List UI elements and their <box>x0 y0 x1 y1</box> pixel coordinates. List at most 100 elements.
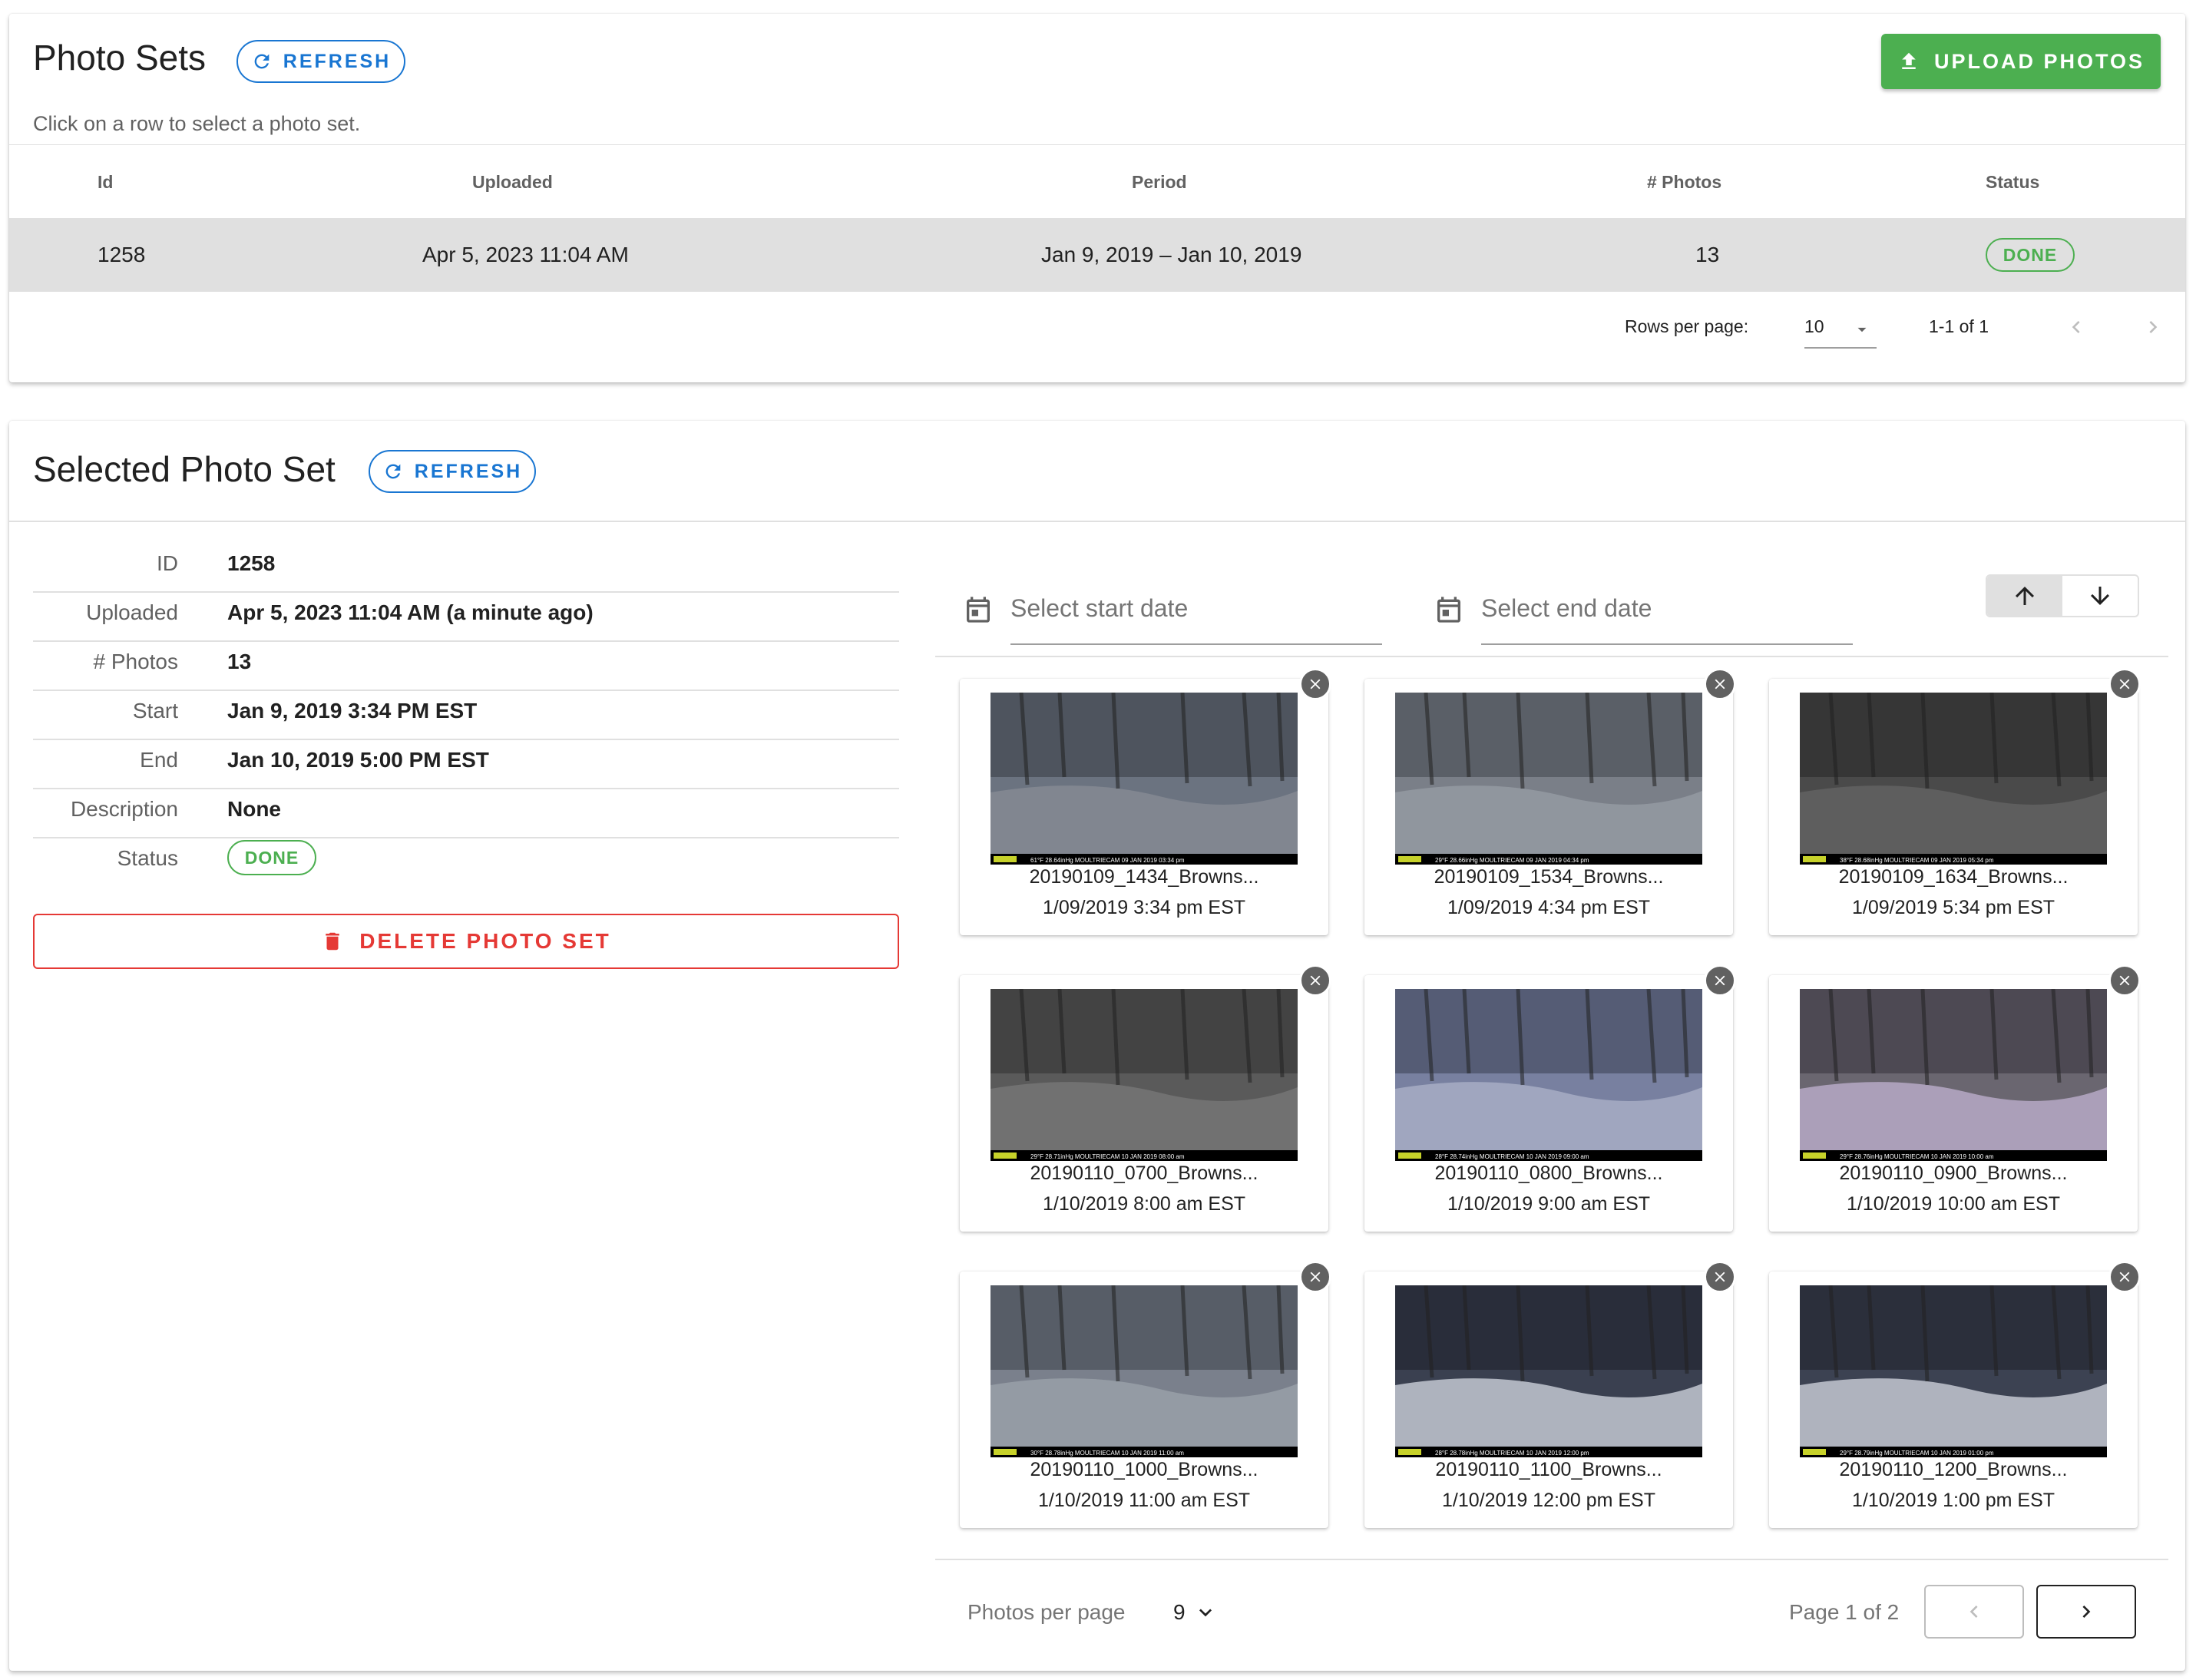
photo-card[interactable]: 29°F 28.66inHg MOULTRIECAM 09 JAN 2019 0… <box>1364 668 1736 935</box>
divider <box>33 640 899 642</box>
photo-thumbnail[interactable]: 28°F 28.78inHg MOULTRIECAM 10 JAN 2019 1… <box>1395 1285 1702 1457</box>
selected-photo-set-title: Selected Photo Set <box>33 449 336 489</box>
remove-photo-button[interactable] <box>1299 668 1331 700</box>
photo-thumbnail[interactable]: 29°F 28.79inHg MOULTRIECAM 10 JAN 2019 0… <box>1800 1285 2107 1457</box>
close-icon <box>1310 1272 1321 1282</box>
photo-date: 1/10/2019 8:00 am EST <box>1042 1193 1246 1215</box>
close-icon <box>1310 975 1321 986</box>
photo-card[interactable]: 30°F 28.78inHg MOULTRIECAM 10 JAN 2019 1… <box>960 1261 1331 1528</box>
cell-id: 1258 <box>98 243 146 266</box>
chevron-right-icon[interactable] <box>2141 315 2165 339</box>
selected-photo-set-card: Selected Photo Set REFRESH ID 1258 Uploa… <box>9 421 2185 1671</box>
detail-label-description: Description <box>70 797 178 821</box>
photo-sets-title: Photo Sets <box>33 38 207 78</box>
col-uploaded[interactable]: Uploaded <box>472 145 553 219</box>
photo-card[interactable]: 28°F 28.78inHg MOULTRIECAM 10 JAN 2019 1… <box>1364 1261 1736 1528</box>
rows-per-page-select[interactable]: 10 <box>1804 306 1877 349</box>
upload-icon <box>1902 52 1916 69</box>
photo-filename: 20190110_0900_Browns... <box>1839 1162 2068 1184</box>
remove-photo-button[interactable] <box>1704 964 1736 997</box>
sort-descending-button[interactable] <box>2062 576 2138 616</box>
close-icon <box>2119 1272 2130 1282</box>
photo-card[interactable]: 28°F 28.74inHg MOULTRIECAM 10 JAN 2019 0… <box>1364 964 1736 1232</box>
detail-label-end: End <box>140 748 178 772</box>
selected-refresh-button[interactable]: REFRESH <box>369 450 536 493</box>
sort-ascending-button[interactable] <box>1987 576 2062 616</box>
refresh-label: REFRESH <box>414 460 523 482</box>
photo-card[interactable]: 29°F 28.71inHg MOULTRIECAM 10 JAN 2019 0… <box>960 964 1331 1232</box>
status-badge: DONE <box>227 840 316 875</box>
remove-photo-button[interactable] <box>2108 1261 2141 1293</box>
chevron-left-icon[interactable] <box>2064 315 2089 339</box>
photo-thumbnail[interactable]: 38°F 28.68inHg MOULTRIECAM 09 JAN 2019 0… <box>1800 693 2107 865</box>
photo-overlay-text: 38°F 28.68inHg MOULTRIECAM 09 JAN 2019 0… <box>1840 857 1994 864</box>
end-date-placeholder: Select end date <box>1481 594 1652 622</box>
upload-photos-label: UPLOAD PHOTOS <box>1933 49 2145 73</box>
col-status[interactable]: Status <box>1986 145 2039 219</box>
remove-photo-button[interactable] <box>2108 964 2141 997</box>
photo-overlay-text: 30°F 28.78inHg MOULTRIECAM 10 JAN 2019 1… <box>1030 1450 1184 1457</box>
details-panel: ID 1258 Uploaded Apr 5, 2023 11:04 AM (a… <box>9 521 931 981</box>
start-date-placeholder: Select start date <box>1010 594 1189 622</box>
photo-card[interactable]: 38°F 28.68inHg MOULTRIECAM 09 JAN 2019 0… <box>1769 668 2141 935</box>
col-photos[interactable]: # Photos <box>1647 145 1721 219</box>
photo-sets-refresh-button[interactable]: REFRESH <box>236 40 405 83</box>
trash-icon <box>326 932 339 951</box>
photo-filename: 20190110_1200_Browns... <box>1839 1459 2068 1480</box>
divider <box>1481 643 1853 645</box>
detail-label-start: Start <box>132 699 178 723</box>
photo-overlay-text: 29°F 28.71inHg MOULTRIECAM 10 JAN 2019 0… <box>1030 1153 1185 1160</box>
col-id[interactable]: Id <box>98 145 113 219</box>
detail-label-status: Status <box>117 846 178 870</box>
detail-label-photos: # Photos <box>93 650 178 673</box>
col-period[interactable]: Period <box>1132 145 1187 219</box>
photo-date: 1/10/2019 12:00 pm EST <box>1442 1490 1655 1511</box>
delete-photo-set-label: DELETE PHOTO SET <box>359 929 611 953</box>
cell-period: Jan 9, 2019 – Jan 10, 2019 <box>1041 243 1302 266</box>
close-icon <box>2119 679 2130 690</box>
table-row[interactable]: 1258 Apr 5, 2023 11:04 AM Jan 9, 2019 – … <box>9 218 2185 292</box>
rows-per-page-label: Rows per page: <box>1625 316 1749 336</box>
next-page-button[interactable] <box>2036 1585 2136 1639</box>
start-date-field[interactable]: Select start date <box>963 584 1393 645</box>
page-indicator: Page 1 of 2 <box>1789 1600 1900 1624</box>
divider <box>33 690 899 691</box>
photo-date: 1/10/2019 10:00 am EST <box>1847 1193 2060 1215</box>
detail-value-start: Jan 9, 2019 3:34 PM EST <box>227 699 478 723</box>
detail-value-description: None <box>227 797 281 821</box>
remove-photo-button[interactable] <box>1704 668 1736 700</box>
photo-card[interactable]: 29°F 28.76inHg MOULTRIECAM 10 JAN 2019 1… <box>1769 964 2141 1232</box>
photo-date: 1/09/2019 5:34 pm EST <box>1851 897 2055 918</box>
upload-photos-button[interactable]: UPLOAD PHOTOS <box>1881 34 2161 89</box>
photo-card[interactable]: 29°F 28.79inHg MOULTRIECAM 10 JAN 2019 0… <box>1769 1261 2141 1528</box>
delete-photo-set-button[interactable]: DELETE PHOTO SET <box>33 914 899 969</box>
photo-sets-card: Photo Sets REFRESH UPLOAD PHOTOS Click o… <box>9 14 2185 382</box>
detail-label-uploaded: Uploaded <box>86 600 178 624</box>
remove-photo-button[interactable] <box>2108 668 2141 700</box>
remove-photo-button[interactable] <box>1299 1261 1331 1293</box>
photo-thumbnail[interactable]: 61°F 28.64inHg MOULTRIECAM 09 JAN 2019 0… <box>991 693 1298 865</box>
photo-card[interactable]: 61°F 28.64inHg MOULTRIECAM 09 JAN 2019 0… <box>960 668 1331 935</box>
photo-filename: 20190109_1434_Browns... <box>1029 866 1259 888</box>
end-date-field[interactable]: Select end date <box>1434 584 1864 645</box>
pagination-range: 1-1 of 1 <box>1929 316 1989 336</box>
divider <box>935 656 2168 657</box>
photo-thumbnail[interactable]: 30°F 28.78inHg MOULTRIECAM 10 JAN 2019 1… <box>991 1285 1298 1457</box>
photo-thumbnail[interactable]: 29°F 28.66inHg MOULTRIECAM 09 JAN 2019 0… <box>1395 693 1702 865</box>
remove-photo-button[interactable] <box>1299 964 1331 997</box>
chevron-right-icon <box>2082 1606 2091 1618</box>
photo-thumbnail[interactable]: 28°F 28.74inHg MOULTRIECAM 10 JAN 2019 0… <box>1395 989 1702 1161</box>
photo-sets-hint: Click on a row to select a photo set. <box>33 112 361 135</box>
photos-per-page-select[interactable]: 9 <box>1164 1592 1218 1632</box>
close-icon <box>2119 975 2130 986</box>
cell-uploaded: Apr 5, 2023 11:04 AM <box>422 243 629 266</box>
photo-thumbnail[interactable]: 29°F 28.76inHg MOULTRIECAM 10 JAN 2019 1… <box>1800 989 2107 1161</box>
remove-photo-button[interactable] <box>1704 1261 1736 1293</box>
photo-filename: 20190110_1000_Browns... <box>1030 1459 1258 1480</box>
photo-thumbnail[interactable]: 29°F 28.71inHg MOULTRIECAM 10 JAN 2019 0… <box>991 989 1298 1161</box>
photo-date: 1/10/2019 9:00 am EST <box>1447 1193 1651 1215</box>
rows-per-page-value: 10 <box>1804 316 1824 336</box>
close-icon <box>1715 975 1725 986</box>
prev-page-button[interactable] <box>1924 1585 2024 1639</box>
arrow-up-icon <box>2016 587 2034 605</box>
